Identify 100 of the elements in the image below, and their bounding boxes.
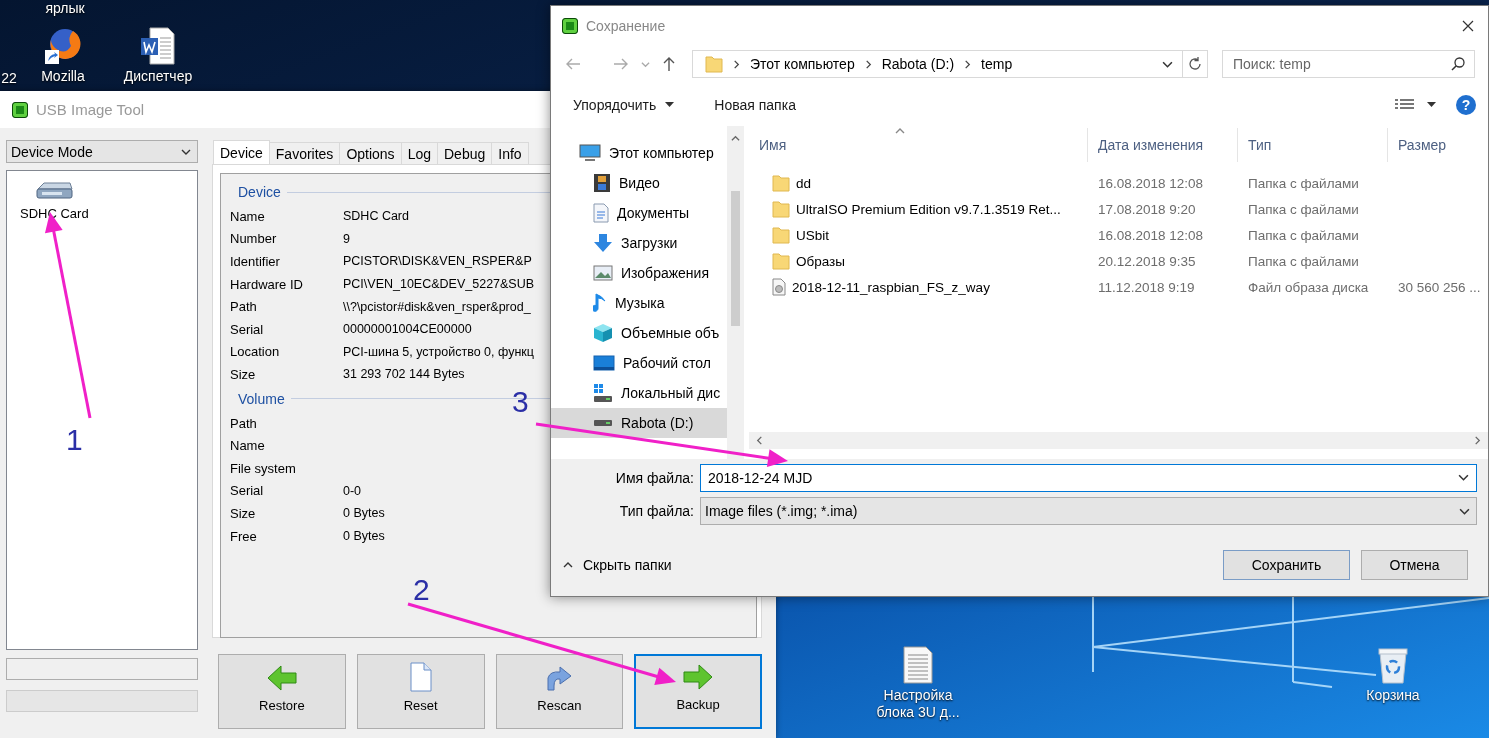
file-name[interactable]: USbit xyxy=(796,227,829,243)
scroll-right-icon xyxy=(1473,436,1482,445)
tab[interactable]: Log xyxy=(400,142,438,164)
cancel-button[interactable]: Отмена xyxy=(1361,550,1468,580)
up-arrow-icon xyxy=(662,56,676,72)
file-type: Файл образа диска xyxy=(1248,279,1369,295)
mode-dropdown[interactable]: Device Mode xyxy=(6,140,198,163)
reset-button[interactable]: Reset xyxy=(356,654,485,729)
caret-icon xyxy=(665,102,675,108)
tab[interactable]: Options xyxy=(339,142,402,164)
file-type-dropdown[interactable]: Image files (*.img; *.ima) xyxy=(700,497,1477,525)
property-label: Size xyxy=(230,505,257,521)
nav-item[interactable]: Изображения xyxy=(551,258,728,288)
file-date: 17.08.2018 9:20 xyxy=(1098,201,1196,217)
chevron-right-icon xyxy=(963,59,973,69)
file-name[interactable]: Образы xyxy=(796,253,845,269)
breadcrumb-item[interactable]: Этот компьютер xyxy=(750,56,855,72)
scroll-left-icon xyxy=(755,436,764,445)
property-label: Path xyxy=(230,415,258,431)
nav-item[interactable]: Видео xyxy=(551,168,728,198)
breadcrumb-item[interactable]: Rabota (D:) xyxy=(881,56,955,72)
column-header[interactable]: Имя xyxy=(749,128,1088,162)
forward-arrow-icon xyxy=(613,57,629,71)
desktop-icon-label[interactable]: ярлык xyxy=(45,0,85,17)
property-label: Location xyxy=(230,344,281,360)
restore-button[interactable]: Restore xyxy=(218,654,346,729)
nav-item[interactable]: Этот компьютер xyxy=(551,138,728,168)
scrollbar-thumb[interactable] xyxy=(731,191,741,326)
property-value: PCI-шина 5, устройство 0, функц xyxy=(343,344,534,359)
search-field[interactable]: Поиск: temp xyxy=(1222,50,1475,78)
property-value: 9 xyxy=(343,231,350,246)
document-icon xyxy=(138,26,178,66)
search-icon xyxy=(1451,57,1465,71)
nav-item[interactable]: Rabota (D:) xyxy=(551,408,728,438)
file-name[interactable]: dd xyxy=(796,175,812,191)
file-date: 20.12.2018 9:35 xyxy=(1098,253,1196,269)
chevron-right-icon xyxy=(732,59,741,69)
desktop-icon-label[interactable]: Диспетчер xyxy=(123,68,193,85)
desktop-icon-label[interactable]: 22 xyxy=(1,70,17,87)
nav-item[interactable]: Загрузки xyxy=(551,228,728,258)
tab[interactable]: Debug xyxy=(437,142,493,164)
field-label: Тип файла: xyxy=(618,503,695,519)
desktop-icon-label[interactable]: Mozilla xyxy=(41,68,85,85)
music-note-icon xyxy=(593,293,607,313)
property-label: Serial xyxy=(230,483,265,499)
nav-item[interactable]: Документы xyxy=(551,198,728,228)
drive-icon xyxy=(593,419,613,427)
property-label: Path xyxy=(230,299,258,315)
chevron-right-icon xyxy=(863,59,873,69)
annotation-number: 3 xyxy=(512,386,529,418)
property-value: PCISTOR\DISK&VEN_RSPER&P xyxy=(343,254,532,269)
view-options-icon xyxy=(1395,98,1415,112)
property-value: 0-0 xyxy=(343,483,362,498)
tab[interactable]: Info xyxy=(491,142,529,164)
desktop-icon-label[interactable]: Корзина xyxy=(1366,687,1420,704)
save-button[interactable]: Сохранить xyxy=(1223,550,1350,580)
cube-icon xyxy=(593,323,613,343)
folder-icon xyxy=(772,226,790,244)
nav-item[interactable]: Рабочий стол xyxy=(551,348,728,378)
film-icon xyxy=(593,173,611,193)
recent-locations-chevron-icon xyxy=(641,59,650,69)
property-label: Identifier xyxy=(230,254,281,269)
group-title: Volume xyxy=(238,390,285,407)
tab[interactable]: Device xyxy=(213,140,270,164)
breadcrumb-item[interactable]: temp xyxy=(981,56,1013,72)
monitor-icon xyxy=(579,144,601,162)
group-title: Device xyxy=(238,184,281,200)
new-folder-button[interactable]: Новая папка xyxy=(704,93,806,117)
rescan-button[interactable]: Rescan xyxy=(495,654,624,729)
column-header[interactable]: Размер xyxy=(1388,128,1488,162)
address-bar[interactable]: Этот компьютер Rabota (D:) temp xyxy=(692,50,1208,78)
view-caret-icon xyxy=(1427,102,1436,108)
file-type: Папка с файлами xyxy=(1248,201,1359,217)
folder-icon xyxy=(772,174,790,192)
browser-icon xyxy=(43,26,83,66)
back-arrow-icon xyxy=(565,57,581,71)
folder-icon xyxy=(772,252,790,270)
organize-button[interactable]: Упорядочить xyxy=(563,93,685,117)
horizontal-scrollbar[interactable] xyxy=(749,432,1488,449)
folder-icon xyxy=(705,55,723,73)
file-name[interactable]: 2018-12-11_raspbian_FS_z_way xyxy=(792,279,990,295)
nav-item[interactable]: Музыка xyxy=(551,288,728,318)
property-label: Free xyxy=(230,528,258,544)
file-type: Папка с файлами xyxy=(1248,227,1359,243)
window-title: USB Image Tool xyxy=(36,101,145,118)
property-value: 00000001004CE00000 xyxy=(343,322,472,337)
backup-button[interactable]: Backup xyxy=(634,654,762,729)
file-name-field[interactable]: 2018-12-24 MJD xyxy=(700,464,1477,492)
nav-item[interactable]: Объемные объ xyxy=(551,318,728,348)
download-arrow-icon xyxy=(593,233,613,253)
file-size: 30 560 256 ... xyxy=(1398,279,1481,295)
desktop-icon-label[interactable]: Настройка блока 3U д... xyxy=(866,687,970,721)
desktop-icon xyxy=(593,355,615,371)
help-button[interactable]: ? xyxy=(1456,95,1476,115)
column-header[interactable]: Тип xyxy=(1238,128,1388,162)
hide-folders-button[interactable]: Скрыть папки xyxy=(563,557,672,573)
column-header[interactable]: Дата изменения xyxy=(1088,128,1238,162)
vertical-scrollbar[interactable] xyxy=(727,126,744,459)
file-name[interactable]: UltraISO Premium Edition v9.7.1.3519 Ret... xyxy=(796,201,1061,217)
nav-item[interactable]: Локальный дис xyxy=(551,378,728,408)
